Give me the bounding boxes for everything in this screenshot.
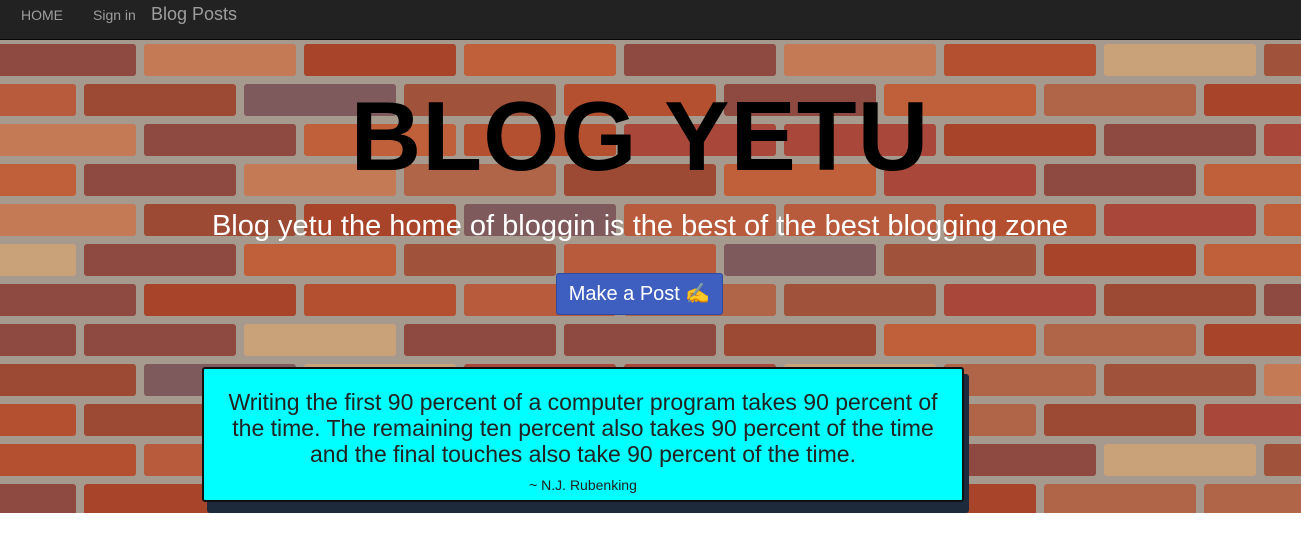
brick: [144, 44, 296, 76]
brick: [404, 244, 556, 276]
brick: [1044, 404, 1196, 436]
brick: [0, 244, 76, 276]
hero-title: BLOG YETU: [350, 81, 930, 191]
brick: [724, 244, 876, 276]
brick: [1204, 244, 1301, 276]
brick: [84, 324, 236, 356]
make-post-button[interactable]: Make a Post ✍️: [556, 273, 723, 315]
brick: [724, 324, 876, 356]
brick: [0, 324, 76, 356]
hero-subtitle: Blog yetu the home of bloggin is the bes…: [211, 210, 1069, 242]
brick: [884, 244, 1036, 276]
brick: [404, 324, 556, 356]
brick: [1264, 444, 1301, 476]
brick: [1204, 484, 1301, 513]
brick: [944, 284, 1096, 316]
brick: [244, 324, 396, 356]
brick: [1264, 44, 1301, 76]
nav-home-link[interactable]: HOME: [21, 7, 63, 23]
brick: [0, 484, 76, 513]
hero-banner: BLOG YETU Blog yetu the home of bloggin …: [0, 40, 1301, 513]
brick: [304, 44, 456, 76]
brick: [1264, 364, 1301, 396]
brick: [784, 284, 936, 316]
brick: [464, 44, 616, 76]
brick: [1204, 404, 1301, 436]
brick: [884, 324, 1036, 356]
quote-card: Writing the first 90 percent of a comput…: [202, 367, 964, 502]
brick: [84, 244, 236, 276]
brick: [244, 244, 396, 276]
brick: [1204, 324, 1301, 356]
brick: [624, 44, 776, 76]
brick: [304, 284, 456, 316]
brick: [1264, 284, 1301, 316]
brick: [1104, 364, 1256, 396]
brick: [0, 444, 136, 476]
nav-blog-posts-link[interactable]: Blog Posts: [151, 4, 237, 25]
brick: [1104, 44, 1256, 76]
brick: [0, 284, 136, 316]
brick: [1104, 444, 1256, 476]
brick: [144, 284, 296, 316]
nav-signin-link[interactable]: Sign in: [93, 7, 136, 23]
brick: [564, 324, 716, 356]
brick: [0, 364, 136, 396]
top-navbar: HOME Sign in Blog Posts: [0, 0, 1301, 40]
quote-author: ~ N.J. Rubenking: [529, 477, 637, 493]
brick: [1104, 284, 1256, 316]
brick: [1044, 244, 1196, 276]
brick: [1044, 324, 1196, 356]
brick: [0, 44, 136, 76]
brick: [564, 244, 716, 276]
brick: [0, 404, 76, 436]
brick: [944, 44, 1096, 76]
brick: [784, 44, 936, 76]
brick: [1044, 484, 1196, 513]
quote-text: Writing the first 90 percent of a comput…: [228, 389, 938, 467]
